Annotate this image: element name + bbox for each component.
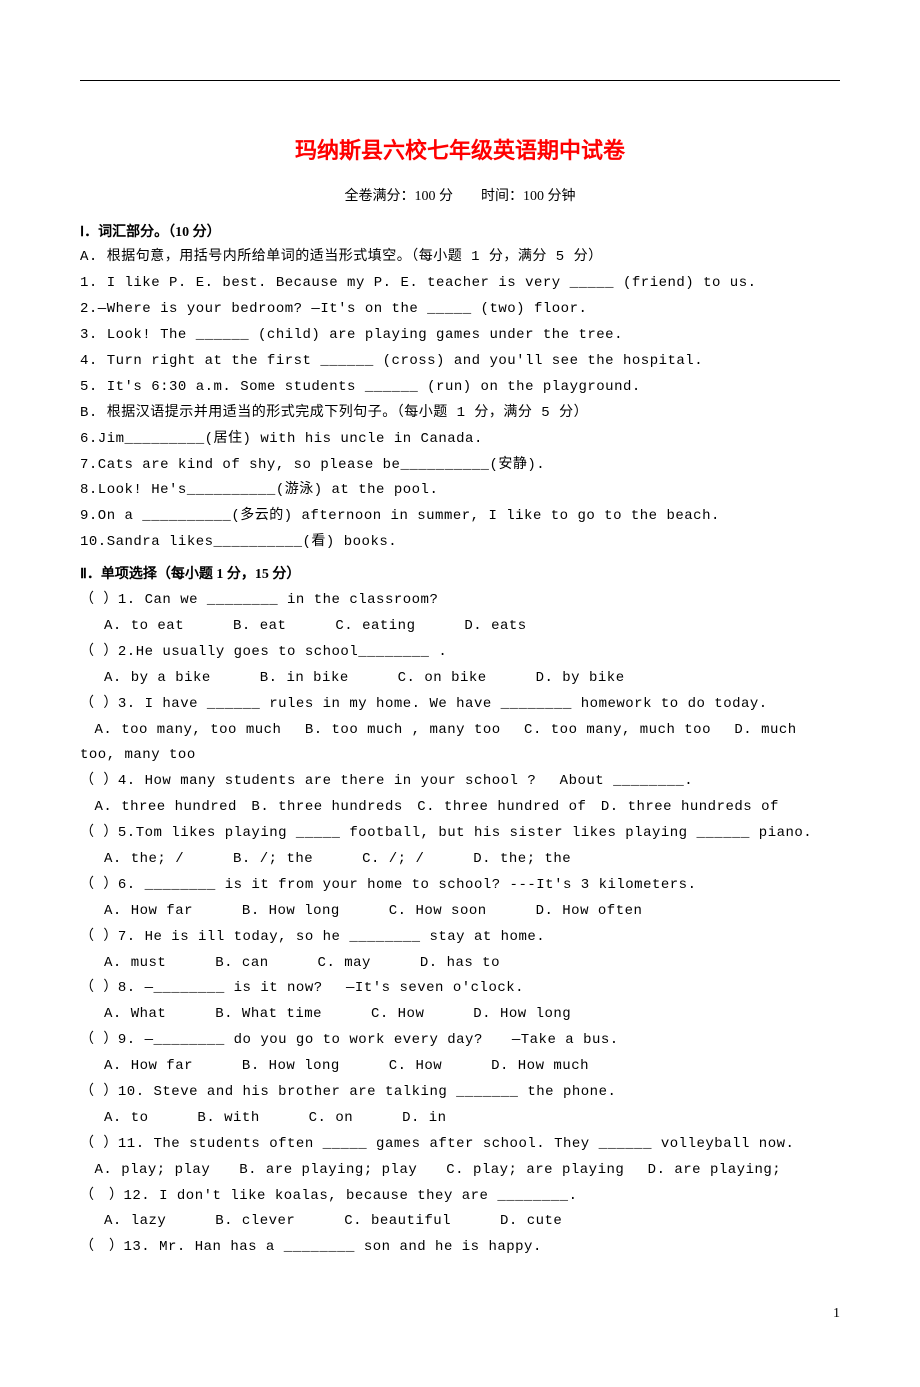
q2: （ ）2.He usually goes to school________ . xyxy=(80,640,840,666)
q8: （ ）8. —________ is it now? —It's seven o… xyxy=(80,976,840,1002)
q2b: B. in bike xyxy=(260,666,349,692)
q2a: A. by a bike xyxy=(104,666,211,692)
q1: （ ）1. Can we ________ in the classroom? xyxy=(80,588,840,614)
q9c: C. How xyxy=(389,1054,442,1080)
q4: （ ）4. How many students are there in you… xyxy=(80,769,840,795)
q3-options: A. too many, too much B. too much , many… xyxy=(80,718,840,770)
q10b: B. with xyxy=(197,1106,259,1132)
q8b: B. What time xyxy=(215,1002,322,1028)
q-a5: 5. It's 6:30 a.m. Some students ______ (… xyxy=(80,375,840,401)
q5a: A. the; / xyxy=(104,847,184,873)
q8-options: A. What B. What time C. How D. How long xyxy=(80,1002,840,1028)
q-a3: 3. Look! The ______ (child) are playing … xyxy=(80,323,840,349)
q-b6: 6.Jim_________(居住) with his uncle in Can… xyxy=(80,427,840,453)
q1b: B. eat xyxy=(233,614,286,640)
q12: （ ）12. I don't like koalas, because they… xyxy=(80,1184,840,1210)
q10c: C. on xyxy=(309,1106,354,1132)
q3: （ ）3. I have ______ rules in my home. We… xyxy=(80,692,840,718)
q-a4: 4. Turn right at the first ______ (cross… xyxy=(80,349,840,375)
page-title: 玛纳斯县六校七年级英语期中试卷 xyxy=(80,131,840,172)
q2d: D. by bike xyxy=(536,666,625,692)
q9: （ ）9. —________ do you go to work every … xyxy=(80,1028,840,1054)
q10a: A. to xyxy=(104,1106,149,1132)
q12-options: A. lazy B. clever C. beautiful D. cute xyxy=(80,1209,840,1235)
q-b9: 9.On a __________(多云的) afternoon in summ… xyxy=(80,504,840,530)
section1-heading: Ⅰ．词汇部分。（10 分） xyxy=(80,220,840,246)
q1d: D. eats xyxy=(464,614,526,640)
q-b8: 8.Look! He's__________(游泳) at the pool. xyxy=(80,478,840,504)
q6b: B. How long xyxy=(242,899,340,925)
page-number: 1 xyxy=(80,1301,840,1327)
q10: （ ）10. Steve and his brother are talking… xyxy=(80,1080,840,1106)
q13: （ ）13. Mr. Han has a ________ son and he… xyxy=(80,1235,840,1261)
q6a: A. How far xyxy=(104,899,193,925)
q-a2: 2.—Where is your bedroom? —It's on the _… xyxy=(80,297,840,323)
q7: （ ）7. He is ill today, so he ________ st… xyxy=(80,925,840,951)
q9-options: A. How far B. How long C. How D. How muc… xyxy=(80,1054,840,1080)
q12b: B. clever xyxy=(215,1209,295,1235)
q1a: A. to eat xyxy=(104,614,184,640)
q2c: C. on bike xyxy=(398,666,487,692)
q12d: D. cute xyxy=(500,1209,562,1235)
q6d: D. How often xyxy=(536,899,643,925)
q8d: D. How long xyxy=(473,1002,571,1028)
q-b7: 7.Cats are kind of shy, so please be____… xyxy=(80,453,840,479)
q-b10: 10.Sandra likes__________(看) books. xyxy=(80,530,840,556)
q5: （ ）5.Tom likes playing _____ football, b… xyxy=(80,821,840,847)
q6c: C. How soon xyxy=(389,899,487,925)
q7c: C. may xyxy=(318,951,371,977)
q4-options: A. three hundred B. three hundreds C. th… xyxy=(80,795,840,821)
q12c: C. beautiful xyxy=(344,1209,451,1235)
q7b: B. can xyxy=(215,951,268,977)
q5d: D. the; the xyxy=(473,847,571,873)
q6-options: A. How far B. How long C. How soon D. Ho… xyxy=(80,899,840,925)
q11-options: A. play; play B. are playing; play C. pl… xyxy=(80,1158,840,1184)
q10-options: A. to B. with C. on D. in xyxy=(80,1106,840,1132)
section1-partA: A. 根据句意，用括号内所给单词的适当形式填空。（每小题 1 分，满分 5 分） xyxy=(80,245,840,271)
q12a: A. lazy xyxy=(104,1209,166,1235)
q5b: B. /; the xyxy=(233,847,313,873)
q7d: D. has to xyxy=(420,951,500,977)
q1c: C. eating xyxy=(335,614,415,640)
section1-partB: B. 根据汉语提示并用适当的形式完成下列句子。（每小题 1 分，满分 5 分） xyxy=(80,401,840,427)
q9b: B. How long xyxy=(242,1054,340,1080)
q1-options: A. to eat B. eat C. eating D. eats xyxy=(80,614,840,640)
top-divider xyxy=(80,80,840,81)
subtitle: 全卷满分：100 分 时间：100 分钟 xyxy=(80,184,840,210)
q8c: C. How xyxy=(371,1002,424,1028)
q11: （ ）11. The students often _____ games af… xyxy=(80,1132,840,1158)
q8a: A. What xyxy=(104,1002,166,1028)
q7a: A. must xyxy=(104,951,166,977)
q10d: D. in xyxy=(402,1106,447,1132)
q5c: C. /; / xyxy=(362,847,424,873)
q9d: D. How much xyxy=(491,1054,589,1080)
q2-options: A. by a bike B. in bike C. on bike D. by… xyxy=(80,666,840,692)
section2-heading: Ⅱ．单项选择（每小题 1 分，15 分） xyxy=(80,562,840,588)
q-a1: 1. I like P. E. best. Because my P. E. t… xyxy=(80,271,840,297)
q9a: A. How far xyxy=(104,1054,193,1080)
q5-options: A. the; / B. /; the C. /; / D. the; the xyxy=(80,847,840,873)
q7-options: A. must B. can C. may D. has to xyxy=(80,951,840,977)
q6: （ ）6. ________ is it from your home to s… xyxy=(80,873,840,899)
